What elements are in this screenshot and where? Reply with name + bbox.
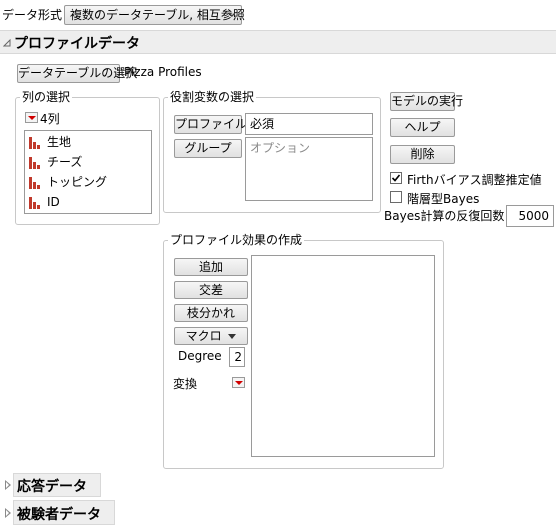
profile-effects-title: プロファイル効果の作成 [168,233,305,247]
firth-checkbox[interactable] [390,172,402,184]
macro-button[interactable]: マクロ [174,327,248,345]
column-name: ID [47,195,60,209]
help-button[interactable]: ヘルプ [390,118,455,137]
profile-id-button[interactable]: プロファイルID [174,115,260,134]
column-item[interactable]: ID [29,192,60,212]
column-name: チーズ [47,155,83,169]
model-effects-list[interactable] [251,255,435,457]
column-options-menu-icon[interactable] [25,112,38,123]
role-select-title: 役割変数の選択 [168,90,257,104]
profile-section-title: プロファイルデータ [14,36,140,52]
column-count: 4列 [40,112,60,126]
degree-input[interactable]: 2 [229,347,245,367]
dropdown-arrow-icon [228,334,237,339]
disclosure-open-icon[interactable] [3,39,11,47]
group-button[interactable]: グループ [174,139,242,158]
macro-label: マクロ [185,329,222,343]
add-button[interactable]: 追加 [174,258,248,276]
run-model-button[interactable]: モデルの実行 [390,92,463,111]
nominal-column-icon [29,136,40,149]
nest-button[interactable]: 枝分かれ [174,304,248,322]
data-format-label: データ形式 [2,8,63,22]
checkmark-icon [391,174,401,182]
column-list[interactable]: 生地 チーズ トッピング ID [24,130,152,214]
disclosure-closed-icon[interactable] [5,508,11,518]
bayes-iterations-label: Bayes計算の反復回数 [384,209,505,223]
disclosure-closed-icon[interactable] [5,480,11,490]
transform-label: 変換 [173,377,198,391]
column-item[interactable]: トッピング [29,172,107,192]
column-item[interactable]: チーズ [29,152,82,172]
response-data-title: 応答データ [17,479,87,495]
data-format-value: 複数のデータテーブル, 相互参照 [70,8,245,22]
nominal-column-icon [29,196,40,209]
firth-label: Firthバイアス調整推定値 [407,173,542,187]
hierarchical-bayes-checkbox[interactable] [390,191,402,203]
column-name: トッピング [47,175,108,189]
group-field[interactable]: オプション [245,137,373,201]
response-data-header[interactable]: 応答データ [13,473,101,497]
profile-id-field[interactable]: 必須 [245,113,373,135]
transform-menu-icon[interactable] [232,377,245,388]
subject-data-header[interactable]: 被験者データ [13,500,115,525]
nominal-column-icon [29,156,40,169]
data-format-dropdown[interactable]: 複数のデータテーブル, 相互参照 [64,5,245,25]
remove-button[interactable]: 削除 [390,145,455,164]
table-name: Pizza Profiles [124,65,202,79]
nominal-column-icon [29,176,40,189]
subject-data-title: 被験者データ [17,507,101,523]
hierarchical-bayes-label: 階層型Bayes [407,192,480,206]
cross-button[interactable]: 交差 [174,281,248,299]
profile-section-header[interactable]: プロファイルデータ [0,30,556,54]
column-name: 生地 [47,135,72,149]
select-table-button[interactable]: データテーブルの選択 [17,64,137,83]
column-item[interactable]: 生地 [29,132,71,152]
chevron-down-icon [228,12,236,17]
degree-label: Degree [178,349,222,363]
bayes-iterations-input[interactable]: 5000 [506,205,554,227]
column-select-title: 列の選択 [20,90,73,104]
